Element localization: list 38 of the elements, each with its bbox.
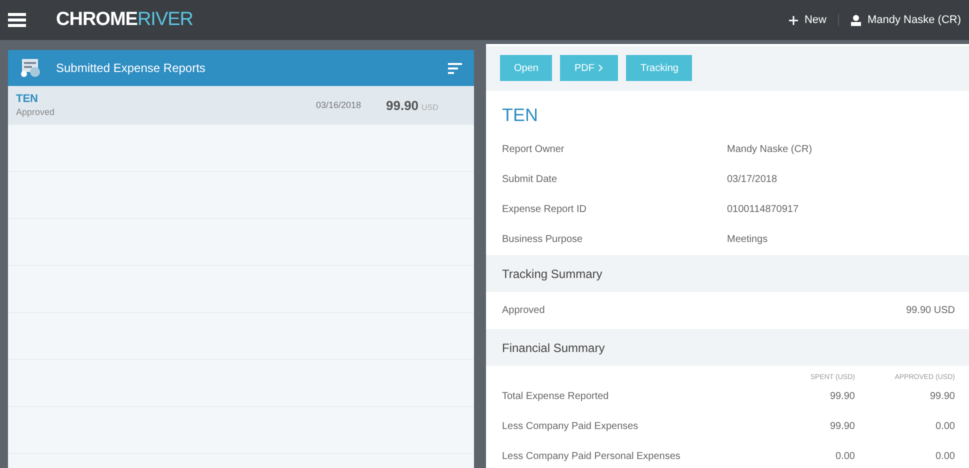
table-cell-text: 99.90 bbox=[828, 390, 855, 402]
report-icon bbox=[20, 58, 42, 78]
person-icon bbox=[851, 14, 862, 26]
field-value: Meetings bbox=[727, 234, 768, 246]
table-cell-text: 0.00 bbox=[934, 451, 955, 462]
field-label: Submit Date bbox=[502, 174, 558, 185]
new-link[interactable]: New bbox=[789, 14, 840, 26]
row-label: Less Company Paid Personal Expenses bbox=[502, 451, 682, 462]
user-menu[interactable]: Mandy Naske (CR) bbox=[851, 14, 961, 26]
report-name: TEN bbox=[16, 93, 39, 105]
field-value: 0100114870917 bbox=[727, 204, 799, 216]
table-cell-text: 99.90 bbox=[928, 390, 955, 402]
chevron-icon bbox=[598, 64, 604, 72]
field-label: Business Purpose bbox=[502, 234, 584, 246]
panel-title: Submitted Expense Reports bbox=[56, 61, 206, 75]
menu-icon[interactable] bbox=[8, 13, 26, 27]
section-header: Tracking Summary bbox=[486, 254, 969, 292]
field-value: 03/17/2018 bbox=[727, 174, 778, 185]
currency-label: USD bbox=[422, 102, 438, 112]
field-label: Report Owner bbox=[502, 144, 566, 155]
report-date: 03/16/2018 bbox=[316, 100, 362, 110]
tracking-status: Approved bbox=[502, 305, 545, 316]
field-value: Mandy Naske (CR) bbox=[727, 144, 812, 155]
table-cell-text: 0.00 bbox=[834, 451, 855, 462]
report-status: Approved bbox=[16, 107, 56, 117]
row-label: Less Company Paid Expenses bbox=[502, 421, 640, 432]
table-cell-text: 99.90 bbox=[828, 421, 855, 432]
report-title: TEN bbox=[501, 104, 539, 127]
tracking-amount: 99.90 USD bbox=[906, 305, 955, 316]
plus-icon bbox=[789, 16, 798, 24]
logo: CHROMERIVER bbox=[56, 9, 194, 31]
table-cell-text: 0.00 bbox=[934, 421, 955, 432]
section-header: Financial Summary bbox=[486, 329, 969, 366]
report-row[interactable]: TEN Approved 03/16/2018 99.90 USD bbox=[8, 86, 474, 125]
row-label: Total Expense Reported bbox=[502, 390, 610, 402]
sort-icon[interactable] bbox=[448, 62, 462, 74]
report-amount: 99.90 bbox=[386, 98, 419, 112]
field-label: Expense Report ID bbox=[502, 204, 588, 216]
